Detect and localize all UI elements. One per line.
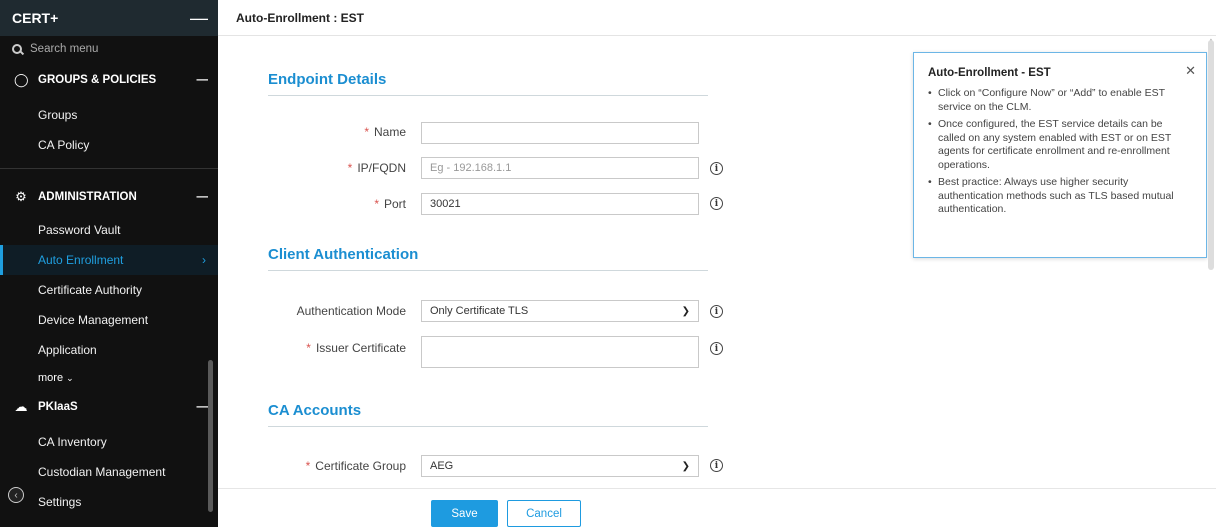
name-label: * Name	[364, 125, 406, 139]
info-icon[interactable]: i	[710, 459, 723, 472]
help-title: Auto-Enrollment - EST	[928, 67, 1051, 79]
app-title: CERT+	[12, 10, 59, 26]
selected-value: Only Certificate TLS	[430, 305, 529, 317]
sidebar-item-groups[interactable]: Groups	[0, 100, 218, 130]
cloud-icon: ☁	[14, 399, 28, 414]
chevron-down-icon: ❯	[681, 305, 690, 317]
section-title-ca-accounts: CA Accounts	[268, 402, 362, 419]
cancel-button[interactable]: Cancel	[507, 500, 581, 527]
sidebar-item-password-vault[interactable]: Password Vault	[0, 215, 218, 245]
sidebar-item-device-management[interactable]: Device Management	[0, 305, 218, 335]
collapse-sidebar-icon[interactable]: ‹	[8, 487, 24, 503]
selected-value: AEG	[430, 460, 454, 472]
info-icon[interactable]: i	[710, 162, 723, 175]
search-icon	[12, 44, 22, 54]
issuer-certificate-field[interactable]	[421, 336, 699, 368]
section-groups-policies[interactable]: ◯ GROUPS & POLICIES —	[0, 66, 218, 94]
sidebar-item-label: Auto Enrollment	[38, 253, 124, 267]
certificate-group-select[interactable]: AEG ❯	[421, 455, 699, 477]
name-field[interactable]	[421, 122, 699, 144]
section-label: PKIaaS	[38, 401, 78, 413]
issuer-cert-label: * Issuer Certificate	[306, 341, 406, 355]
save-button[interactable]: Save	[431, 500, 498, 527]
cert-group-label: * Certificate Group	[305, 459, 406, 473]
info-icon[interactable]: i	[710, 342, 723, 355]
help-list: Click on “Configure Now” or “Add” to ena…	[928, 87, 1192, 217]
sidebar-item-application[interactable]: Application	[0, 335, 218, 365]
section-label: ADMINISTRATION	[38, 191, 137, 203]
search-menu[interactable]: Search menu	[0, 36, 218, 62]
section-divider	[268, 426, 708, 427]
chevron-down-icon: ⌄	[66, 372, 74, 383]
groups-icon: ◯	[14, 72, 29, 87]
section-pkiaas[interactable]: ☁ PKIaaS —	[0, 393, 218, 421]
section-title-endpoint: Endpoint Details	[268, 71, 387, 88]
sidebar: CERT+ — Search menu ◯ GROUPS & POLICIES …	[0, 0, 218, 527]
section-administration[interactable]: ⚙ ADMINISTRATION —	[0, 183, 218, 211]
section-divider	[268, 95, 708, 96]
authentication-mode-select[interactable]: Only Certificate TLS ❯	[421, 300, 699, 322]
port-field[interactable]: 30021	[421, 193, 699, 215]
auth-mode-label: Authentication Mode	[296, 304, 406, 318]
sidebar-item-custodian-management[interactable]: Custodian Management	[0, 457, 218, 487]
help-bullet: Once configured, the EST service details…	[928, 118, 1192, 172]
main-scrollbar[interactable]	[1208, 40, 1214, 270]
close-icon[interactable]: ✕	[1185, 63, 1196, 79]
section-title-client-auth: Client Authentication	[268, 246, 419, 263]
sidebar-item-auto-enrollment[interactable]: Auto Enrollment ›	[0, 245, 218, 275]
collapse-minus-icon[interactable]: —	[197, 401, 209, 413]
chevron-down-icon: ❯	[681, 460, 690, 472]
sidebar-item-certificate-authority[interactable]: Certificate Authority	[0, 275, 218, 305]
help-panel: Auto-Enrollment - EST ✕ Click on “Config…	[913, 52, 1207, 258]
chevron-right-icon: ›	[202, 253, 206, 267]
help-bullet: Best practice: Always use higher securit…	[928, 176, 1192, 217]
gear-icon: ⚙	[15, 189, 27, 204]
ip-fqdn-field[interactable]: Eg - 192.168.1.1	[421, 157, 699, 179]
section-label: GROUPS & POLICIES	[38, 74, 157, 86]
port-label: * Port	[374, 197, 406, 211]
collapse-minus-icon[interactable]: —	[190, 9, 208, 27]
collapse-minus-icon[interactable]: —	[197, 74, 209, 86]
section-divider	[268, 270, 708, 271]
info-icon[interactable]: i	[710, 305, 723, 318]
page-title: Auto-Enrollment : EST	[218, 0, 1216, 36]
help-bullet: Click on “Configure Now” or “Add” to ena…	[928, 87, 1192, 114]
sidebar-header: CERT+ —	[0, 0, 218, 36]
more-label: more	[38, 372, 64, 384]
sidebar-item-ca-inventory[interactable]: CA Inventory	[0, 427, 218, 457]
collapse-minus-icon[interactable]: —	[197, 191, 209, 203]
form-footer: Save Cancel	[218, 488, 1216, 527]
more-link[interactable]: more ⌄	[0, 365, 218, 391]
sidebar-item-settings[interactable]: Settings	[0, 487, 218, 517]
divider	[0, 168, 218, 169]
sidebar-item-ca-policy[interactable]: CA Policy	[0, 130, 218, 160]
sidebar-scrollbar[interactable]	[208, 360, 213, 512]
info-icon[interactable]: i	[710, 197, 723, 210]
ip-label: * IP/FQDN	[347, 161, 406, 175]
search-menu-placeholder: Search menu	[30, 43, 99, 55]
